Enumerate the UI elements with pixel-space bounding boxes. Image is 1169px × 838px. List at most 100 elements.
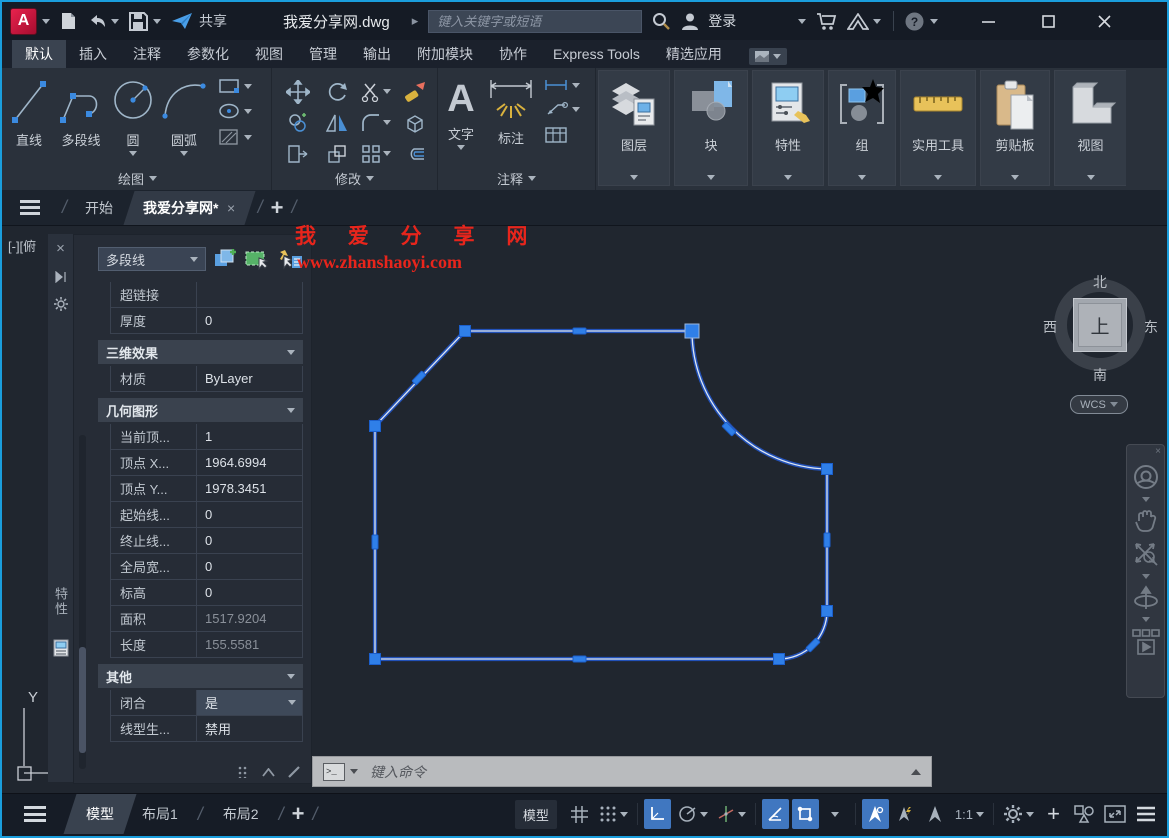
search-input[interactable] bbox=[428, 10, 642, 33]
app-logo-icon[interactable]: A bbox=[10, 8, 37, 35]
search-icon[interactable] bbox=[652, 12, 670, 30]
hatch-button[interactable] bbox=[218, 128, 268, 146]
layout-menu-icon[interactable] bbox=[24, 803, 46, 826]
panel-properties[interactable]: 特性 bbox=[752, 70, 824, 186]
user-icon[interactable] bbox=[680, 11, 700, 31]
rectangle-button[interactable] bbox=[218, 78, 268, 94]
palette-autohide-icon[interactable] bbox=[54, 271, 67, 283]
trim-button[interactable] bbox=[361, 82, 391, 102]
toggle-pickadd-icon[interactable] bbox=[213, 248, 237, 270]
statusbar-plus-button[interactable]: + bbox=[1040, 799, 1067, 829]
help-caret-icon[interactable] bbox=[930, 19, 938, 24]
ribbon-tab-addins[interactable]: 附加模块 bbox=[404, 40, 486, 68]
help-icon[interactable]: ? bbox=[904, 11, 925, 32]
statusbar-menu-icon[interactable] bbox=[1132, 799, 1159, 829]
maximize-button[interactable] bbox=[1026, 2, 1070, 40]
pan-icon[interactable] bbox=[1133, 508, 1159, 534]
offset-button[interactable] bbox=[404, 145, 426, 163]
stretch-button[interactable] bbox=[287, 144, 309, 164]
grip-mid-top[interactable] bbox=[573, 328, 586, 334]
scale-button[interactable] bbox=[327, 144, 347, 164]
viewcube-top-face[interactable]: 上 bbox=[1073, 298, 1127, 352]
object-snap-caret[interactable] bbox=[822, 799, 849, 829]
save-icon[interactable] bbox=[129, 12, 148, 31]
layout-tab-2[interactable]: 布局2 bbox=[211, 804, 271, 824]
orbit-icon[interactable] bbox=[1131, 585, 1161, 611]
ribbon-tab-collaborate[interactable]: 协作 bbox=[486, 40, 540, 68]
palette-scrollbar-thumb[interactable] bbox=[79, 647, 86, 753]
clean-screen-button[interactable] bbox=[1101, 799, 1129, 829]
viewcube-north[interactable]: 北 bbox=[1093, 272, 1107, 292]
command-input[interactable] bbox=[370, 764, 911, 780]
orbit-caret-icon[interactable] bbox=[1142, 617, 1150, 622]
layout-tab-1[interactable]: 布局1 bbox=[130, 804, 190, 824]
wcs-dropdown[interactable]: WCS bbox=[1070, 395, 1128, 414]
palette-scrollbar[interactable] bbox=[79, 435, 86, 769]
ribbon-tab-insert[interactable]: 插入 bbox=[66, 40, 120, 68]
command-prompt-icon[interactable]: >_ bbox=[323, 763, 345, 781]
panel-block[interactable]: 块 bbox=[674, 70, 748, 186]
share-label[interactable]: 共享 bbox=[199, 11, 227, 31]
tab-close-icon[interactable]: × bbox=[227, 200, 235, 216]
arc-caret-icon[interactable] bbox=[180, 151, 188, 156]
close-button[interactable] bbox=[1082, 2, 1126, 40]
viewcube-west[interactable]: 西 bbox=[1043, 317, 1057, 337]
minimize-button[interactable] bbox=[966, 2, 1010, 40]
drawing-canvas[interactable]: [-][俯 bbox=[2, 226, 1167, 793]
erase-button[interactable] bbox=[403, 81, 427, 103]
customization-gear-button[interactable] bbox=[1000, 799, 1037, 829]
autodesk-logo-icon[interactable] bbox=[847, 13, 869, 30]
panel-view[interactable]: 视图 bbox=[1054, 70, 1126, 186]
panel-clipboard[interactable]: 剪贴板 bbox=[980, 70, 1050, 186]
grip-mid-right[interactable] bbox=[824, 533, 830, 547]
section-geometry[interactable]: 几何图形 bbox=[98, 398, 303, 422]
viewcube[interactable]: 北 西 东 南 上 bbox=[1051, 275, 1149, 375]
mirror-button[interactable] bbox=[326, 113, 348, 133]
sign-in-label[interactable]: 登录 bbox=[708, 11, 736, 31]
viewport-controls-label[interactable]: [-][俯 bbox=[8, 236, 36, 255]
grip-mid-bottom[interactable] bbox=[573, 656, 586, 662]
table-button[interactable] bbox=[544, 126, 594, 144]
palette-collapse-icon[interactable] bbox=[262, 768, 275, 777]
palette-settings-icon[interactable] bbox=[54, 297, 68, 311]
showmotion-icon[interactable] bbox=[1131, 628, 1161, 658]
selected-polyline[interactable] bbox=[375, 331, 827, 659]
panel-utilities[interactable]: 实用工具 bbox=[900, 70, 976, 186]
navbar-close-icon[interactable]: × bbox=[1155, 446, 1161, 457]
circle-caret-icon[interactable] bbox=[129, 151, 137, 156]
modify-panel-label[interactable]: 修改 bbox=[272, 169, 437, 188]
grip-vertex[interactable] bbox=[460, 326, 471, 337]
new-layout-button[interactable]: + bbox=[292, 801, 305, 827]
draw-panel-label[interactable]: 绘图 bbox=[4, 169, 271, 188]
object-snap-tracking-toggle[interactable] bbox=[762, 799, 789, 829]
section-misc[interactable]: 其他 bbox=[98, 664, 303, 688]
palette-resize-grip-icon[interactable] bbox=[238, 766, 250, 778]
move-button[interactable] bbox=[286, 80, 310, 104]
viewcube-south[interactable]: 南 bbox=[1093, 365, 1107, 385]
isolate-objects-button[interactable] bbox=[1070, 799, 1098, 829]
grid-display-toggle[interactable] bbox=[566, 799, 593, 829]
panel-layers[interactable]: 图层 bbox=[598, 70, 670, 186]
leader-button[interactable] bbox=[544, 101, 594, 117]
grip-vertex[interactable] bbox=[774, 654, 785, 665]
save-caret-icon[interactable] bbox=[153, 19, 161, 24]
grip-vertex[interactable] bbox=[822, 606, 833, 617]
new-file-icon[interactable] bbox=[60, 12, 77, 30]
app-menu-caret-icon[interactable] bbox=[42, 19, 50, 24]
ribbon-tab-annotate[interactable]: 注释 bbox=[120, 40, 174, 68]
file-tabs-menu-icon[interactable] bbox=[20, 197, 40, 219]
object-snap-toggle[interactable] bbox=[792, 799, 819, 829]
ribbon-tab-parametric[interactable]: 参数化 bbox=[174, 40, 242, 68]
section-3d-effects[interactable]: 三维效果 bbox=[98, 340, 303, 364]
select-objects-icon[interactable] bbox=[244, 248, 270, 270]
undo-icon[interactable] bbox=[87, 14, 107, 28]
array-button[interactable] bbox=[361, 144, 391, 164]
annotation-scale-value[interactable]: 1:1 bbox=[952, 799, 987, 829]
annotation-visibility-toggle[interactable] bbox=[862, 799, 889, 829]
viewcube-east[interactable]: 东 bbox=[1144, 317, 1158, 337]
grip-mid-diagonal[interactable] bbox=[412, 371, 426, 385]
grip-vertex-hover[interactable] bbox=[685, 324, 699, 338]
autodesk-caret-icon[interactable] bbox=[873, 19, 881, 24]
grip-mid-left[interactable] bbox=[372, 535, 378, 549]
isodraft-toggle[interactable] bbox=[714, 799, 749, 829]
